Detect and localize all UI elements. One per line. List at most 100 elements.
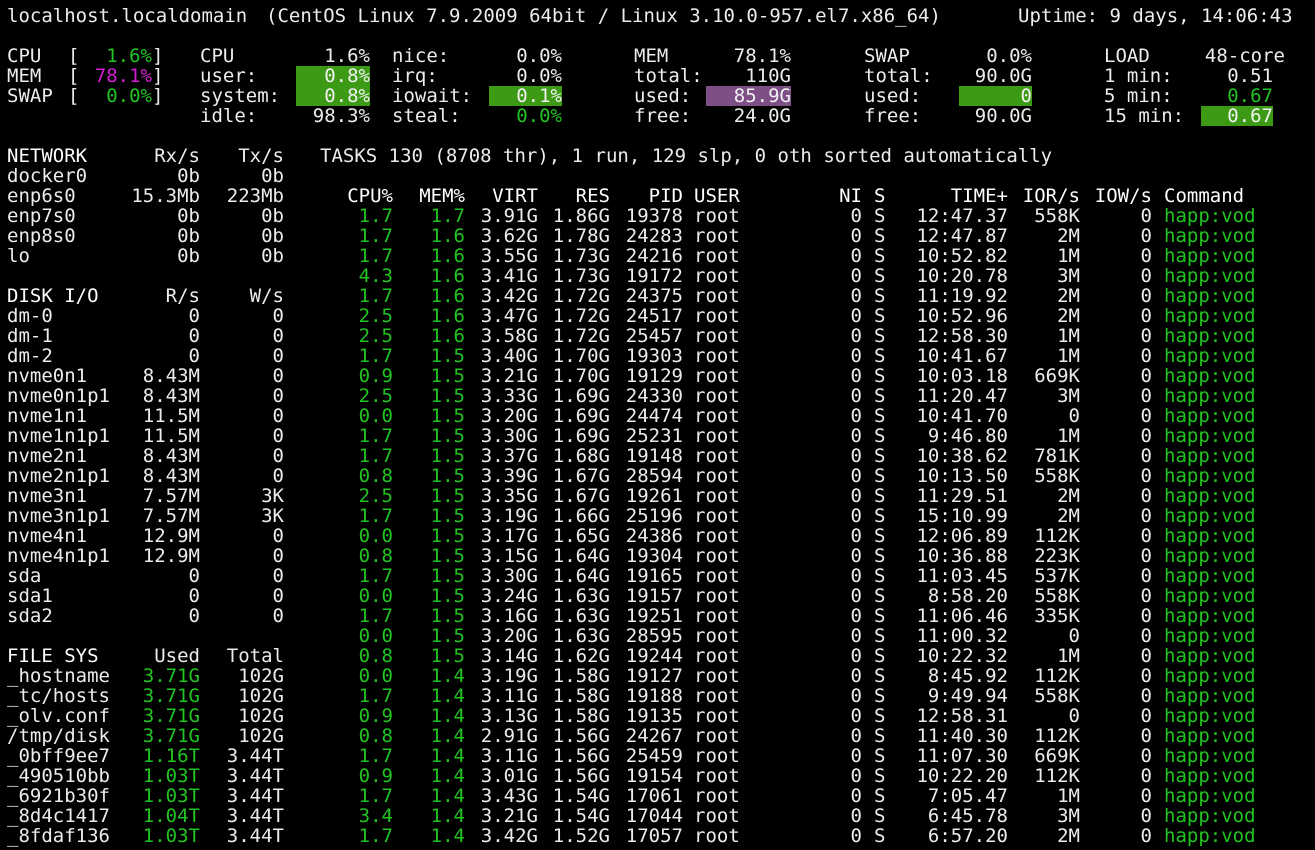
cpu-nice: 0.0% — [516, 45, 562, 67]
process-ior: 558K — [1034, 465, 1080, 487]
process-cpu: 4.3 — [358, 265, 393, 287]
process-user: root — [694, 225, 740, 247]
network-row-name: lo — [7, 245, 30, 267]
process-user: root — [694, 205, 740, 227]
filesys-row-val1: 1.16T — [142, 745, 200, 767]
process-iow: 0 — [1140, 585, 1152, 607]
process-res: 1.56G — [552, 765, 610, 787]
process-ni: 0 — [850, 525, 862, 547]
process-command: happ:vod — [1164, 225, 1256, 247]
process-ni: 0 — [850, 605, 862, 627]
process-command: happ:vod — [1164, 625, 1256, 647]
process-command: happ:vod — [1164, 265, 1256, 287]
column-header-mem: MEM% — [419, 185, 465, 207]
process-pid: 19157 — [625, 585, 683, 607]
process-status: S — [874, 505, 886, 527]
network-row-val2: 0b — [261, 245, 284, 267]
process-user: root — [694, 645, 740, 667]
process-status: S — [874, 325, 886, 347]
process-virt: 3.11G — [480, 745, 538, 767]
process-mem: 1.4 — [430, 765, 465, 787]
process-iow: 0 — [1140, 745, 1152, 767]
process-command: happ:vod — [1164, 425, 1256, 447]
process-user: root — [694, 765, 740, 787]
process-ni: 0 — [850, 445, 862, 467]
process-user: root — [694, 725, 740, 747]
process-mem: 1.5 — [430, 385, 465, 407]
process-mem: 1.6 — [430, 245, 465, 267]
process-pid: 19127 — [625, 665, 683, 687]
process-ior: 335K — [1034, 605, 1080, 627]
process-pid: 19188 — [625, 685, 683, 707]
process-pid: 24216 — [625, 245, 683, 267]
process-res: 1.63G — [552, 605, 610, 627]
process-cpu: 0.9 — [358, 705, 393, 727]
process-command: happ:vod — [1164, 685, 1256, 707]
process-iow: 0 — [1140, 685, 1152, 707]
process-time: 11:19.92 — [916, 285, 1008, 307]
process-pid: 25457 — [625, 325, 683, 347]
process-status: S — [874, 825, 886, 847]
process-iow: 0 — [1140, 485, 1152, 507]
process-cpu: 0.0 — [358, 585, 393, 607]
process-iow: 0 — [1140, 705, 1152, 727]
process-status: S — [874, 805, 886, 827]
process-pid: 25231 — [625, 425, 683, 447]
process-ni: 0 — [850, 505, 862, 527]
diskio-row-name: nvme2n1 — [7, 445, 88, 467]
process-ior: 112K — [1034, 725, 1080, 747]
system-info: (CentOS Linux 7.9.2009 64bit / Linux 3.1… — [266, 5, 941, 27]
load-15min: 0.67 — [1201, 106, 1273, 126]
mem-percent: 78.1% — [733, 45, 791, 67]
filesys-row-val2: 102G — [238, 725, 284, 747]
process-status: S — [874, 785, 886, 807]
process-command: happ:vod — [1164, 405, 1256, 427]
process-user: root — [694, 345, 740, 367]
diskio-row-val2: 0 — [272, 545, 284, 567]
process-virt: 3.30G — [480, 425, 538, 447]
process-user: root — [694, 565, 740, 587]
process-command: happ:vod — [1164, 825, 1256, 847]
process-cpu: 1.7 — [358, 345, 393, 367]
process-command: happ:vod — [1164, 505, 1256, 527]
diskio-row-name: nvme1n1 — [7, 405, 88, 427]
filesys-row-val2: 102G — [238, 705, 284, 727]
swap-title: SWAP — [864, 45, 910, 67]
quicklook-cpu-label: CPU — [7, 45, 42, 67]
process-time: 10:03.18 — [916, 365, 1008, 387]
process-ni: 0 — [850, 465, 862, 487]
process-mem: 1.5 — [430, 365, 465, 387]
swap-percent: 0.0% — [986, 45, 1032, 67]
process-iow: 0 — [1140, 285, 1152, 307]
diskio-row-val2: 0 — [272, 465, 284, 487]
diskio-row-val1: 0 — [188, 565, 200, 587]
process-ior: 558K — [1034, 685, 1080, 707]
process-command: happ:vod — [1164, 765, 1256, 787]
process-status: S — [874, 745, 886, 767]
filesys-row-name: _8fdaf136 — [7, 825, 110, 847]
process-ni: 0 — [850, 785, 862, 807]
process-ior: 537K — [1034, 565, 1080, 587]
column-header-status: S — [874, 185, 886, 207]
network-row-name: docker0 — [7, 165, 88, 187]
process-res: 1.58G — [552, 705, 610, 727]
process-pid: 19135 — [625, 705, 683, 727]
process-ior: 0 — [1068, 625, 1080, 647]
process-pid: 19303 — [625, 345, 683, 367]
process-time: 11:06.46 — [916, 605, 1008, 627]
process-status: S — [874, 725, 886, 747]
process-iow: 0 — [1140, 365, 1152, 387]
process-iow: 0 — [1140, 205, 1152, 227]
process-pid: 28595 — [625, 625, 683, 647]
diskio-row-val1: 0 — [188, 325, 200, 347]
process-time: 10:36.88 — [916, 545, 1008, 567]
process-pid: 24330 — [625, 385, 683, 407]
diskio-row-val2: 0 — [272, 385, 284, 407]
process-ni: 0 — [850, 545, 862, 567]
process-ni: 0 — [850, 425, 862, 447]
filesys-row-val1: 3.71G — [142, 725, 200, 747]
process-pid: 19261 — [625, 485, 683, 507]
process-pid: 19378 — [625, 205, 683, 227]
process-command: happ:vod — [1164, 725, 1256, 747]
process-cpu: 2.5 — [358, 385, 393, 407]
